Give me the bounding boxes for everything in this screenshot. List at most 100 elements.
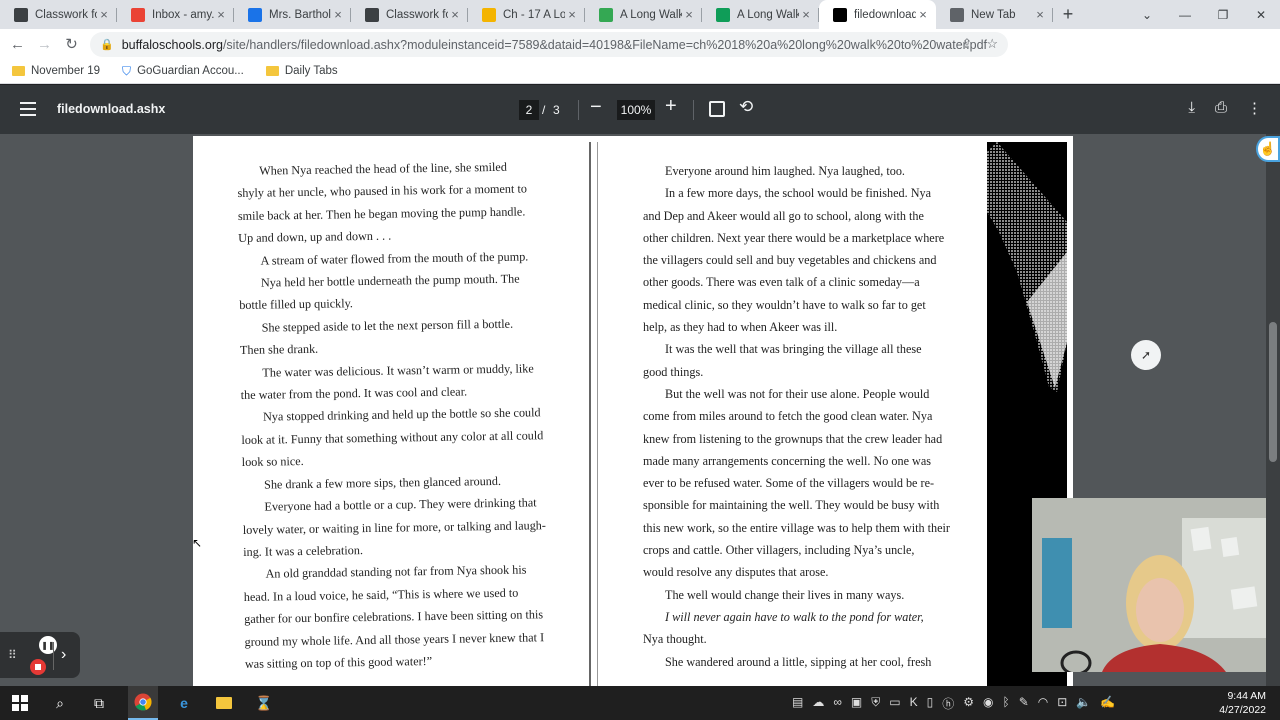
shield-green-icon <box>716 7 730 22</box>
rotate-icon[interactable]: ⟲ <box>739 97 753 117</box>
bookmark-november-19[interactable]: November 19 <box>12 65 100 77</box>
text-line: But the well was not for their use alone… <box>665 386 930 401</box>
close-tab-icon[interactable]: × <box>682 7 696 22</box>
tab-1[interactable]: Inbox - amy.b × <box>117 0 234 29</box>
reload-button[interactable]: ↻ <box>58 35 85 53</box>
close-tab-icon[interactable]: × <box>1033 7 1047 22</box>
volume-icon[interactable]: 🔈 <box>1076 695 1091 712</box>
zoom-in-button[interactable]: + <box>665 95 677 118</box>
back-button[interactable]: ← <box>4 36 31 53</box>
task-view-icon[interactable]: ⧉ <box>89 693 109 713</box>
edge-icon[interactable]: e <box>174 693 194 713</box>
bluetooth-icon[interactable]: ᛒ <box>1003 695 1010 712</box>
folder-icon <box>265 66 279 76</box>
tab-7[interactable]: filedownload. × <box>819 0 936 29</box>
close-tab-icon[interactable]: × <box>97 7 111 22</box>
bookmark-star-icon[interactable]: ☆ <box>986 36 998 52</box>
cursor-pointer-icon[interactable]: ➚ <box>1131 340 1161 370</box>
tray-hp-icon[interactable]: ⓗ <box>942 695 954 712</box>
bookmarks-bar: November 19 ⛉ GoGuardian Accou... Daily T… <box>0 59 1280 84</box>
tray-link-icon[interactable]: ∞ <box>833 695 842 712</box>
close-tab-icon[interactable]: × <box>214 7 228 22</box>
text-line: this new work, so the entire village was… <box>643 520 950 535</box>
tray-meeting-icon[interactable]: ▣ <box>851 695 862 712</box>
close-tab-icon[interactable]: × <box>448 7 462 22</box>
fit-to-page-icon[interactable] <box>709 101 725 117</box>
tray-screen-icon[interactable]: ▭ <box>889 695 900 712</box>
toolbar-divider <box>693 100 694 120</box>
tray-pen2-icon[interactable]: ✍ <box>1100 695 1115 712</box>
file-explorer-icon[interactable] <box>214 693 234 713</box>
windows-start-icon[interactable] <box>10 693 30 713</box>
clock[interactable]: 9:44 AM 4/27/2022 <box>1219 689 1266 717</box>
tab-label: Classwork for <box>35 8 97 21</box>
tray-shield-icon[interactable]: ⛨ <box>871 695 880 712</box>
bookmark-daily-tabs[interactable]: Daily Tabs <box>265 65 338 77</box>
chrome-taskbar-icon[interactable] <box>128 686 158 720</box>
tray-usb-icon[interactable]: ▯ <box>927 695 934 712</box>
forward-button[interactable]: → <box>31 36 58 53</box>
toolbar: ← → ↻ 🔒 buffaloschools.org/site/handlers… <box>0 29 1280 80</box>
tab-label: A Long Walk T <box>737 8 799 21</box>
gmail-icon <box>131 7 145 22</box>
tab-6[interactable]: A Long Walk T× <box>702 0 819 29</box>
pause-icon[interactable]: ❚❚ <box>39 636 57 654</box>
webcam-overlay <box>1032 498 1266 672</box>
tray-camera-icon[interactable]: ◉ <box>983 695 993 712</box>
drag-handle-icon[interactable]: ⠿ <box>8 648 17 662</box>
vertical-scrollbar[interactable] <box>1266 134 1280 686</box>
zoom-out-button[interactable]: − <box>590 96 602 119</box>
shield-icon <box>248 7 262 22</box>
book-gutter <box>589 142 591 686</box>
tab-8[interactable]: New Tab × <box>936 0 1053 29</box>
lock-icon[interactable]: 🔒 <box>100 38 114 51</box>
text-line: In a few more days, the school would be … <box>665 186 932 201</box>
tab-search-icon[interactable]: ⌄ <box>1128 0 1166 29</box>
scrollbar-thumb[interactable] <box>1269 322 1277 462</box>
zoom-level-input[interactable]: 100% <box>617 100 655 120</box>
tray-app-icon[interactable]: ▤ <box>792 695 803 712</box>
tray-cloud-icon[interactable]: ☁ <box>812 695 824 712</box>
menu-icon[interactable] <box>20 102 36 116</box>
text-line: other children. Next year there would be… <box>643 230 945 245</box>
text-line: medical clinic, so they wouldn’t have to… <box>643 297 926 312</box>
page-number-input[interactable]: 2 <box>519 100 539 120</box>
maximize-button[interactable]: ❐ <box>1204 0 1242 29</box>
tab-0[interactable]: Classwork for× <box>0 0 117 29</box>
more-options-icon[interactable]: ⋮ <box>1247 99 1262 117</box>
close-tab-icon[interactable]: × <box>916 7 930 22</box>
tray-pen-icon[interactable]: ✎ <box>1019 695 1029 712</box>
pdf-toolbar: filedownload.ashx 2 / 3 − 100% + ⟲ ⤓ ⎙ ⋮ <box>0 85 1280 134</box>
tab-label: A Long Walk <box>620 8 682 21</box>
tray-k-icon[interactable]: K <box>910 695 918 712</box>
wifi-icon[interactable]: ◠ <box>1038 695 1048 712</box>
chevron-right-icon[interactable]: › <box>61 646 66 664</box>
tab-label: Ch - 17 A Lon <box>503 8 565 21</box>
address-bar[interactable]: 🔒 buffaloschools.org/site/handlers/filed… <box>90 32 1008 57</box>
tab-2[interactable]: Mrs. Bartholo × <box>234 0 351 29</box>
hand-tool-icon[interactable]: ☝ <box>1256 136 1280 162</box>
share-icon[interactable]: ⇪ <box>961 36 972 52</box>
tab-5[interactable]: A Long Walk × <box>585 0 702 29</box>
close-tab-icon[interactable]: × <box>799 7 813 22</box>
download-icon[interactable]: ⤓ <box>1188 99 1195 117</box>
close-tab-icon[interactable]: × <box>331 7 345 22</box>
clock-date: 4/27/2022 <box>1219 704 1266 716</box>
text-line: made many arrangements concerning the we… <box>643 453 931 468</box>
text-line: I will never again have to walk to the p… <box>665 609 924 624</box>
bookmark-goguardian[interactable]: ⛉ GoGuardian Accou... <box>122 64 244 79</box>
search-icon[interactable]: ⌕ <box>50 693 70 713</box>
tab-4[interactable]: Ch - 17 A Lon× <box>468 0 585 29</box>
screen-recorder-icon[interactable]: ⌛ <box>254 693 274 713</box>
print-icon[interactable]: ⎙ <box>1215 99 1227 117</box>
close-window-button[interactable]: ✕ <box>1242 0 1280 29</box>
new-tab-button[interactable]: + <box>1053 0 1083 29</box>
tray-gear-icon[interactable]: ⚙ <box>963 695 974 712</box>
system-tray: ▤ ☁ ∞ ▣ ⛨ ▭ K ▯ ⓗ ⚙ ◉ ᛒ ✎ ◠ ⊡ 🔈 ✍ <box>792 695 1115 712</box>
tab-3[interactable]: Classwork for× <box>351 0 468 29</box>
minimize-button[interactable]: — <box>1166 0 1204 29</box>
url-path: /site/handlers/filedownload.ashx?modulei… <box>222 37 988 52</box>
tray-recording-icon[interactable]: ⊡ <box>1057 695 1067 712</box>
close-tab-icon[interactable]: × <box>565 7 579 22</box>
stop-record-icon[interactable] <box>30 659 46 675</box>
